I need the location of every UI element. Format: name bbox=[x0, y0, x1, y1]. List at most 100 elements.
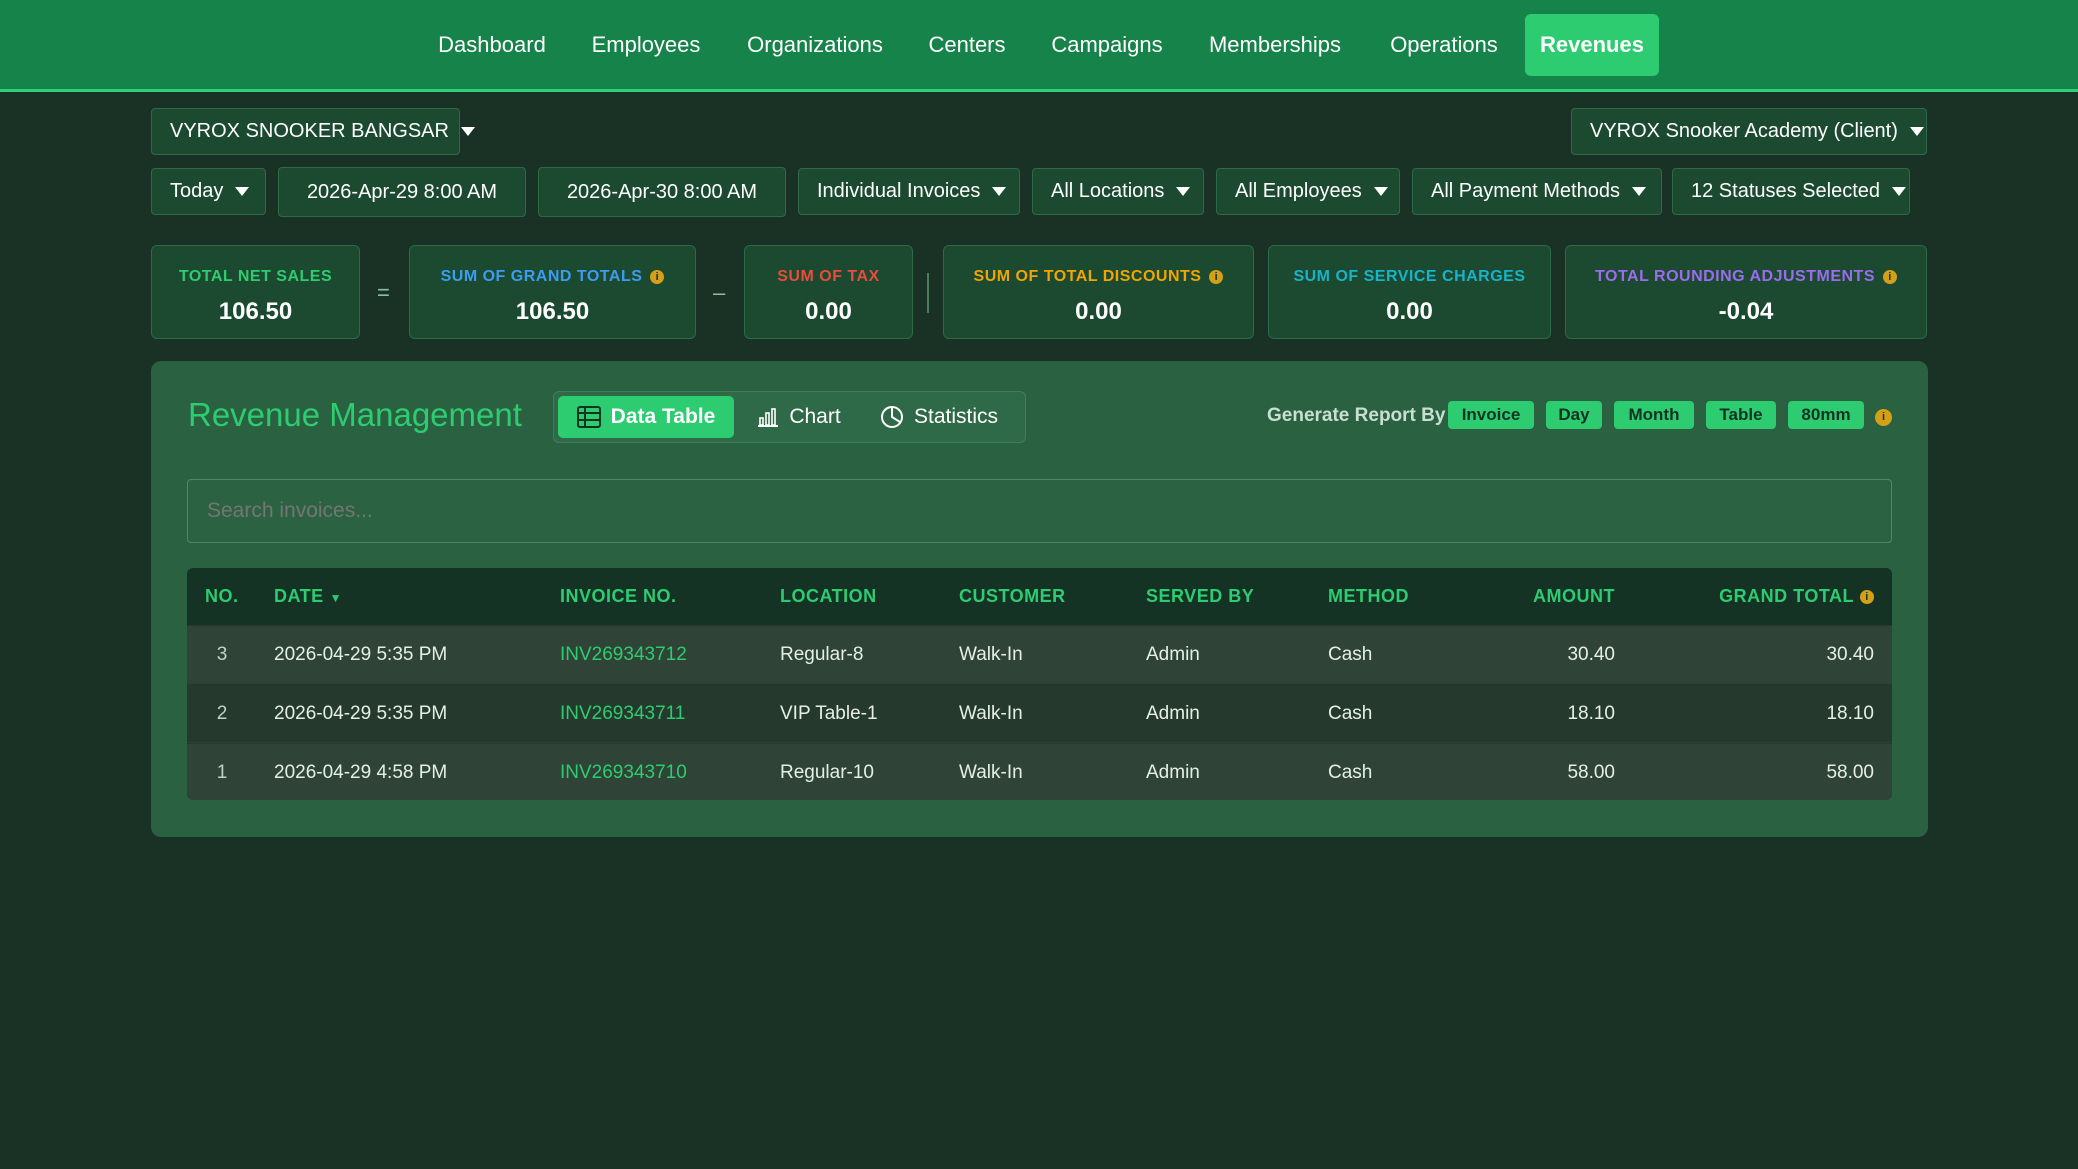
card-rounding-value: -0.04 bbox=[1718, 298, 1774, 325]
nav-operations[interactable]: Operations bbox=[1376, 14, 1512, 76]
card-service-charges: SUM OF SERVICE CHARGES 0.00 bbox=[1268, 245, 1551, 339]
bar-chart-icon bbox=[758, 408, 779, 427]
table-row[interactable]: 3 2026-04-29 5:35 PM INV269343712 Regula… bbox=[187, 625, 1892, 683]
nav-memberships[interactable]: Memberships bbox=[1198, 14, 1352, 76]
card-net-sales-value: 106.50 bbox=[218, 298, 293, 325]
card-rounding-label: TOTAL ROUNDING ADJUSTMENTS bbox=[1595, 268, 1875, 285]
card-net-sales-label: TOTAL NET SALES bbox=[178, 268, 333, 285]
invoice-link[interactable]: INV269343712 bbox=[560, 644, 687, 666]
nav-dashboard[interactable]: Dashboard bbox=[428, 14, 556, 76]
generate-report-label: Generate Report By bbox=[1267, 405, 1446, 426]
col-grand-total-label: GRAND TOTAL bbox=[1719, 586, 1854, 606]
chevron-down-icon bbox=[1892, 187, 1907, 196]
locations-select[interactable]: All Locations bbox=[1032, 168, 1204, 215]
mode-select[interactable]: Individual Invoices bbox=[798, 168, 1020, 215]
cell-date: 2026-04-29 4:58 PM bbox=[274, 762, 448, 783]
report-table-button[interactable]: Table bbox=[1706, 401, 1776, 429]
card-tax-label: SUM OF TAX bbox=[777, 268, 880, 285]
search-input[interactable] bbox=[187, 479, 1892, 543]
branch-select-label: VYROX SNOOKER BANGSAR bbox=[170, 120, 449, 142]
client-select[interactable]: VYROX Snooker Academy (Client) bbox=[1571, 108, 1927, 155]
col-grand-total[interactable]: GRAND TOTAL i bbox=[1719, 586, 1874, 607]
minus-operator: – bbox=[713, 280, 726, 305]
cell-amount: 58.00 bbox=[1567, 762, 1615, 783]
col-customer[interactable]: CUSTOMER bbox=[959, 586, 1066, 607]
chevron-down-icon bbox=[1373, 187, 1388, 196]
card-discounts-value: 0.00 bbox=[1075, 298, 1122, 325]
nav-campaigns[interactable]: Campaigns bbox=[1040, 14, 1174, 76]
branch-select[interactable]: VYROX SNOOKER BANGSAR bbox=[151, 108, 475, 155]
table-row[interactable]: 1 2026-04-29 4:58 PM INV269343710 Regula… bbox=[187, 743, 1892, 800]
col-amount[interactable]: AMOUNT bbox=[1533, 586, 1615, 607]
start-date-input[interactable]: 2026-Apr-29 8:00 AM bbox=[278, 167, 526, 217]
nav-centers[interactable]: Centers bbox=[918, 14, 1016, 76]
col-date[interactable]: DATE ▼ bbox=[274, 586, 342, 607]
chevron-down-icon bbox=[1176, 187, 1191, 196]
end-date-input[interactable]: 2026-Apr-30 8:00 AM bbox=[538, 167, 786, 217]
chevron-down-icon bbox=[1631, 187, 1646, 196]
view-chart-button[interactable]: Chart bbox=[744, 396, 854, 438]
cell-amount: 18.10 bbox=[1567, 703, 1615, 724]
info-icon[interactable]: i bbox=[1882, 269, 1897, 284]
info-icon[interactable]: i bbox=[1875, 409, 1892, 426]
report-day-button[interactable]: Day bbox=[1546, 401, 1602, 429]
nav-employees[interactable]: Employees bbox=[580, 14, 712, 76]
col-location[interactable]: LOCATION bbox=[780, 586, 877, 607]
cell-location: Regular-8 bbox=[780, 644, 864, 665]
cell-grand-total: 30.40 bbox=[1826, 644, 1874, 665]
card-tax-value: 0.00 bbox=[805, 298, 852, 325]
info-icon[interactable]: i bbox=[1209, 269, 1224, 284]
cell-method: Cash bbox=[1328, 644, 1373, 665]
cell-no: 1 bbox=[216, 762, 228, 783]
employees-label: All Employees bbox=[1235, 180, 1362, 202]
col-no[interactable]: NO. bbox=[205, 586, 239, 607]
cell-served-by: Admin bbox=[1146, 644, 1200, 665]
period-select[interactable]: Today bbox=[151, 168, 266, 215]
invoice-table: NO. DATE ▼ INVOICE NO. LOCATION CUSTOMER … bbox=[187, 568, 1892, 800]
view-data-table-label: Data Table bbox=[610, 405, 716, 428]
info-icon[interactable]: i bbox=[1860, 590, 1874, 605]
equals-operator: = bbox=[377, 280, 390, 305]
card-net-sales: TOTAL NET SALES 106.50 bbox=[151, 245, 360, 339]
col-served-by[interactable]: SERVED BY bbox=[1146, 586, 1254, 607]
table-header: NO. DATE ▼ INVOICE NO. LOCATION CUSTOMER … bbox=[187, 568, 1892, 625]
end-date-value: 2026-Apr-30 8:00 AM bbox=[566, 180, 758, 203]
col-invoice-no[interactable]: INVOICE NO. bbox=[560, 586, 677, 607]
statuses-label: 12 Statuses Selected bbox=[1691, 180, 1881, 202]
mode-label: Individual Invoices bbox=[817, 180, 981, 202]
card-grand-totals-label: SUM OF GRAND TOTALS bbox=[440, 268, 643, 285]
chevron-down-icon bbox=[460, 127, 475, 136]
invoice-link[interactable]: INV269343711 bbox=[560, 703, 685, 725]
info-icon[interactable]: i bbox=[650, 269, 665, 284]
chevron-down-icon bbox=[992, 187, 1007, 196]
view-data-table-button[interactable]: Data Table bbox=[558, 396, 734, 438]
nav-revenues[interactable]: Revenues bbox=[1525, 14, 1659, 76]
invoice-link[interactable]: INV269343710 bbox=[560, 762, 687, 784]
card-rounding: TOTAL ROUNDING ADJUSTMENTS i -0.04 bbox=[1565, 245, 1927, 339]
cell-no: 3 bbox=[216, 644, 228, 665]
cell-date: 2026-04-29 5:35 PM bbox=[274, 703, 448, 724]
cell-grand-total: 58.00 bbox=[1826, 762, 1874, 783]
report-month-button[interactable]: Month bbox=[1614, 401, 1694, 429]
card-service-charges-label: SUM OF SERVICE CHARGES bbox=[1293, 268, 1526, 285]
statuses-select[interactable]: 12 Statuses Selected bbox=[1672, 168, 1910, 215]
report-80mm-button[interactable]: 80mm bbox=[1788, 401, 1864, 429]
report-invoice-button[interactable]: Invoice bbox=[1448, 401, 1534, 429]
cell-customer: Walk-In bbox=[959, 762, 1023, 783]
employees-select[interactable]: All Employees bbox=[1216, 168, 1400, 215]
table-icon bbox=[576, 406, 601, 428]
cell-customer: Walk-In bbox=[959, 703, 1023, 724]
col-method[interactable]: METHOD bbox=[1328, 586, 1409, 607]
cell-served-by: Admin bbox=[1146, 762, 1200, 783]
payment-methods-select[interactable]: All Payment Methods bbox=[1412, 168, 1662, 215]
period-label: Today bbox=[170, 180, 224, 202]
card-service-charges-value: 0.00 bbox=[1386, 298, 1433, 325]
cell-amount: 30.40 bbox=[1567, 644, 1615, 665]
card-grand-totals: SUM OF GRAND TOTALS i 106.50 bbox=[409, 245, 696, 339]
client-select-label: VYROX Snooker Academy (Client) bbox=[1590, 120, 1898, 142]
view-statistics-button[interactable]: Statistics bbox=[864, 396, 1014, 438]
cell-served-by: Admin bbox=[1146, 703, 1200, 724]
nav-organizations[interactable]: Organizations bbox=[736, 14, 894, 76]
table-row[interactable]: 2 2026-04-29 5:35 PM INV269343711 VIP Ta… bbox=[187, 684, 1892, 742]
card-discounts: SUM OF TOTAL DISCOUNTS i 0.00 bbox=[943, 245, 1254, 339]
